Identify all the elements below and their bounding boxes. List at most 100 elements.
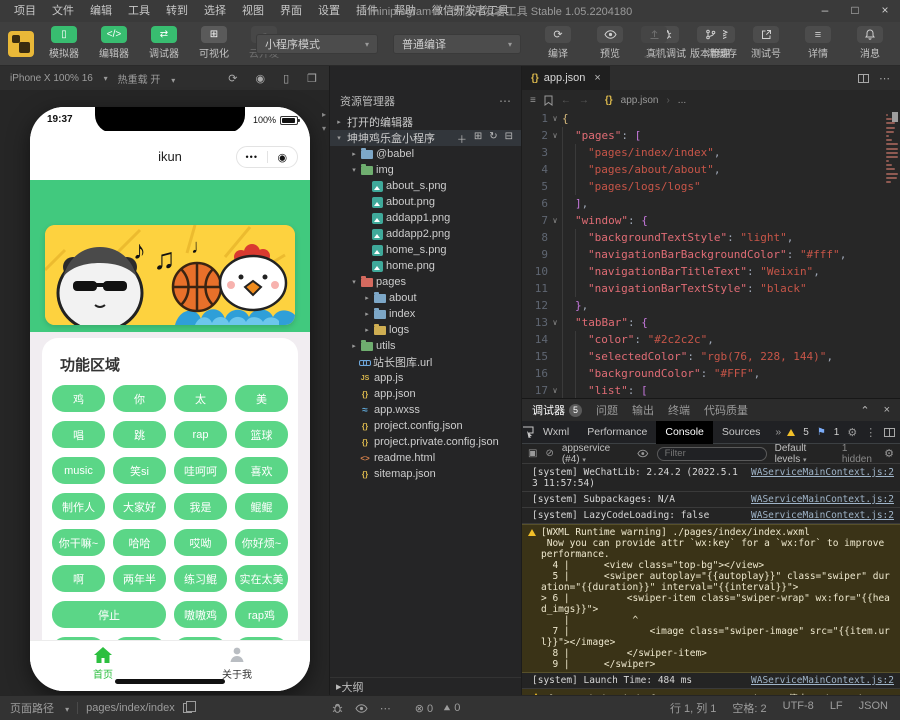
collapse-panel-icon[interactable]: ⌃ bbox=[860, 404, 869, 417]
editor-more-icon[interactable]: ⋯ bbox=[879, 72, 890, 85]
encoding[interactable]: UTF-8 bbox=[783, 700, 814, 716]
filter-input[interactable] bbox=[657, 447, 767, 461]
phone-simulator[interactable]: 19:37 100% ikun ••• ◉ bbox=[30, 107, 310, 691]
panel-toggle-arrows[interactable]: ▸▾ bbox=[322, 108, 326, 136]
close-tab-icon[interactable]: × bbox=[594, 72, 600, 84]
debugger-tab-active[interactable]: 调试器5 bbox=[532, 402, 582, 418]
miniapp-button[interactable]: 我是 bbox=[174, 493, 227, 520]
devtools-tab-sources[interactable]: Sources bbox=[713, 421, 770, 444]
popout-icon[interactable] bbox=[884, 428, 895, 437]
tree-item[interactable]: ▸utils bbox=[330, 338, 521, 354]
code-area[interactable]: 1∨{2∨"pages": [3"pages/index/index",4"pa… bbox=[522, 110, 884, 398]
debugger-tab-item[interactable]: 问题 bbox=[596, 402, 618, 418]
tree-item[interactable]: {}project.private.config.json bbox=[330, 434, 521, 450]
warning-count[interactable]: 5 bbox=[803, 427, 809, 438]
fold-chevron-icon[interactable]: ∨ bbox=[548, 314, 562, 331]
tree-item[interactable]: home_s.png bbox=[330, 242, 521, 258]
devtools-tab-wxml[interactable]: Wxml bbox=[534, 421, 578, 444]
miniapp-button[interactable]: 篮球 bbox=[235, 421, 288, 448]
close-button[interactable]: × bbox=[870, 0, 900, 22]
eye-icon[interactable] bbox=[355, 704, 368, 713]
miniapp-button[interactable]: 哈哈 bbox=[113, 529, 166, 556]
maximize-button[interactable]: □ bbox=[840, 0, 870, 22]
tree-item[interactable]: addapp1.png bbox=[330, 210, 521, 226]
clear-console-icon[interactable]: ⊘ bbox=[545, 448, 553, 459]
more-tabs-icon[interactable]: » bbox=[769, 426, 787, 438]
compile-select[interactable]: 普通编译 ▾ bbox=[393, 34, 521, 54]
details-button[interactable]: ≡ 详情 bbox=[796, 26, 840, 60]
test-account-button[interactable]: 测试号 bbox=[744, 26, 788, 60]
settings-gear-icon[interactable]: ⚙ bbox=[847, 426, 857, 439]
miniapp-button[interactable]: 哎呦 bbox=[174, 529, 227, 556]
minimize-button[interactable]: – bbox=[810, 0, 840, 22]
current-page-path[interactable]: pages/index/index bbox=[86, 702, 175, 714]
tree-item[interactable]: ▾img bbox=[330, 162, 521, 178]
project-root[interactable]: ▾坤坤鸡乐盒小程序 ＋ ⊞ ↻ ⊟ bbox=[330, 130, 521, 146]
tree-item[interactable]: <>readme.html bbox=[330, 450, 521, 466]
tree-item[interactable]: ▸about bbox=[330, 290, 521, 306]
mode-select[interactable]: 小程序模式 ▾ bbox=[256, 34, 378, 54]
devtools-tab-performance[interactable]: Performance bbox=[578, 421, 656, 444]
menu-item[interactable]: 文件 bbox=[44, 0, 82, 22]
more-dots-icon[interactable]: ••• bbox=[237, 152, 267, 162]
tab-app-json[interactable]: {} app.json × bbox=[522, 66, 610, 90]
menu-item[interactable]: 设置 bbox=[310, 0, 348, 22]
levels-select[interactable]: Default levels ▾ bbox=[775, 443, 834, 465]
error-count[interactable]: ⊗ 0 bbox=[415, 702, 433, 715]
phone-frame-icon[interactable]: ▯ bbox=[283, 72, 289, 85]
tree-item[interactable]: about_s.png bbox=[330, 178, 521, 194]
compile-button[interactable]: ⟳ 编译 bbox=[536, 26, 580, 60]
split-editor-icon[interactable] bbox=[858, 74, 869, 83]
swiper-banner-image[interactable]: ♪ ♫ ♩ bbox=[45, 225, 295, 325]
console-settings-icon[interactable]: ⚙ bbox=[884, 447, 894, 460]
close-target-icon[interactable]: ◉ bbox=[268, 151, 298, 164]
debugger-tab-item[interactable]: 代码质量 bbox=[704, 402, 748, 418]
fold-chevron-icon[interactable]: ∨ bbox=[548, 382, 562, 398]
tab-about[interactable]: 关于我 bbox=[192, 646, 282, 681]
tree-item[interactable]: ≈app.wxss bbox=[330, 402, 521, 418]
hot-reload-select[interactable]: 热重载 开 ▾ bbox=[118, 71, 176, 86]
editor-toggle[interactable]: </> 编辑器 bbox=[92, 26, 136, 60]
menu-item[interactable]: 项目 bbox=[6, 0, 44, 22]
miniapp-button[interactable]: 两年半 bbox=[113, 565, 166, 592]
outline-icon[interactable]: ≡ bbox=[530, 95, 536, 106]
miniapp-button[interactable]: 你好烦~ bbox=[235, 529, 288, 556]
new-folder-icon[interactable]: ⊞ bbox=[474, 131, 482, 146]
outline-section[interactable]: ▸大纲 bbox=[330, 677, 521, 695]
tree-item[interactable]: JSapp.js bbox=[330, 370, 521, 386]
code-editor[interactable]: {} app.json × ⋯ ≡ ← → {} app.json bbox=[522, 66, 900, 398]
miniapp-button[interactable]: music bbox=[52, 457, 105, 484]
collapse-folders-icon[interactable]: ⊟ bbox=[505, 131, 513, 146]
new-file-icon[interactable]: ＋ bbox=[457, 131, 467, 146]
fold-chevron-icon[interactable]: ∨ bbox=[548, 127, 562, 144]
messages-button[interactable]: 消息 bbox=[848, 26, 892, 60]
record-icon[interactable]: ◉ bbox=[255, 72, 265, 85]
miniapp-button[interactable]: 太 bbox=[174, 385, 227, 412]
warning-count[interactable]: 0 bbox=[443, 702, 460, 714]
debugger-tab-item[interactable]: 终端 bbox=[668, 402, 690, 418]
devtools-tab-console[interactable]: Console bbox=[656, 421, 713, 444]
minimap[interactable] bbox=[884, 110, 900, 398]
fold-chevron-icon[interactable]: ∨ bbox=[548, 212, 562, 229]
miniapp-button[interactable]: 鸡 bbox=[52, 385, 105, 412]
debugger-toggle[interactable]: ⇄ 调试器 bbox=[142, 26, 186, 60]
menu-item[interactable]: 界面 bbox=[272, 0, 310, 22]
context-select[interactable]: appservice (#4) ▾ bbox=[562, 443, 629, 465]
miniapp-button[interactable]: 啊 bbox=[52, 565, 105, 592]
tree-item[interactable]: ▸logs bbox=[330, 322, 521, 338]
user-avatar[interactable] bbox=[8, 31, 34, 57]
miniapp-button[interactable]: 你干嘛~ bbox=[52, 529, 105, 556]
copy-icon[interactable] bbox=[183, 703, 192, 713]
kebab-menu-icon[interactable]: ⋮ bbox=[865, 426, 876, 439]
version-control-button[interactable]: 版本管理 bbox=[684, 26, 736, 60]
preview-button[interactable]: 预览 bbox=[588, 26, 632, 60]
bookmark-icon[interactable] bbox=[544, 95, 553, 106]
inspect-icon[interactable] bbox=[522, 426, 534, 438]
refresh-explorer-icon[interactable]: ↻ bbox=[489, 131, 497, 146]
tree-item[interactable]: {}project.config.json bbox=[330, 418, 521, 434]
tree-item[interactable]: home.png bbox=[330, 258, 521, 274]
miniapp-button[interactable]: 美 bbox=[235, 385, 288, 412]
eye-icon[interactable] bbox=[637, 449, 649, 458]
miniapp-button[interactable]: 大家好 bbox=[113, 493, 166, 520]
capsule-menu[interactable]: ••• ◉ bbox=[236, 146, 298, 168]
